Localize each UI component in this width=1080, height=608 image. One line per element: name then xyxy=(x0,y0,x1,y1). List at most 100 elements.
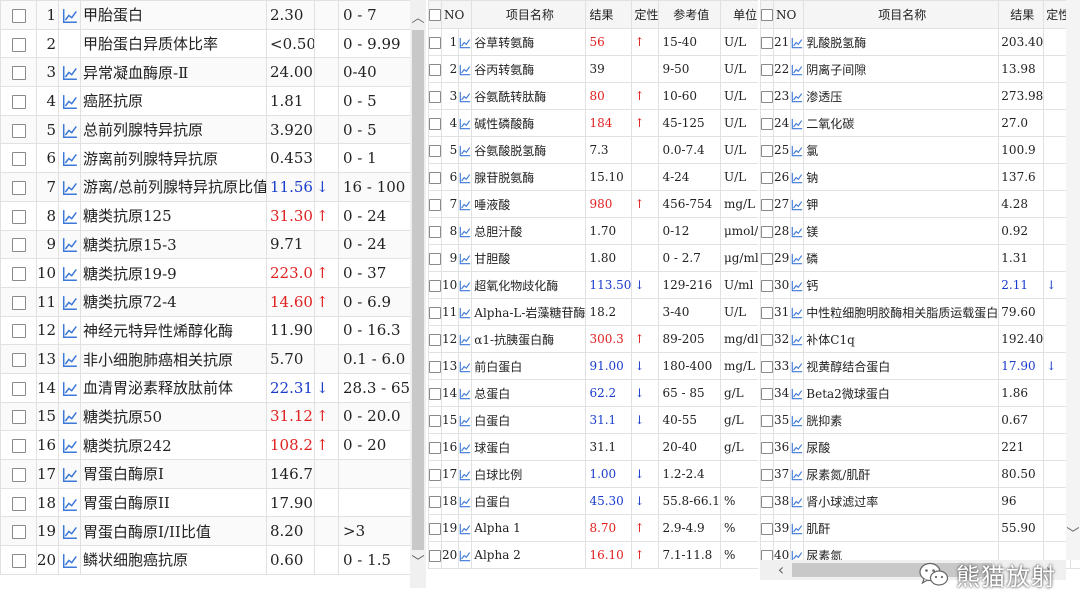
row-checkbox[interactable] xyxy=(11,525,26,540)
row-checkbox[interactable] xyxy=(761,117,773,130)
row-checkbox[interactable] xyxy=(429,90,441,103)
table-row[interactable]: 28镁0.920 xyxy=(760,217,1080,245)
trend-chart-icon[interactable] xyxy=(459,64,471,76)
row-checkbox[interactable] xyxy=(11,209,26,224)
header-item-name[interactable]: 项目名称 xyxy=(803,0,1000,29)
trend-chart-icon[interactable] xyxy=(62,467,78,483)
row-checkbox[interactable] xyxy=(11,94,26,109)
trend-chart-icon[interactable] xyxy=(62,438,78,454)
table-row[interactable]: 16 糖类抗原242108.29↑0 - 20 xyxy=(0,430,411,460)
table-row[interactable]: 6 游离前列腺特异抗原 0.453 0 - 1 xyxy=(0,143,411,174)
trend-chart-icon[interactable] xyxy=(791,199,803,211)
table-row[interactable]: 14 总蛋白 62.2 ↓ 65 - 85 g/L xyxy=(428,379,758,407)
row-checkbox[interactable] xyxy=(429,468,441,481)
table-row[interactable]: 14 血清胃泌素释放肽前体22.31↓28.3 - 65.7 xyxy=(0,372,411,403)
header-result[interactable]: 结果 xyxy=(998,0,1045,29)
table-row[interactable]: 18 白蛋白 45.30 ↓ 55.8-66.1% xyxy=(428,487,758,515)
row-checkbox[interactable] xyxy=(11,152,26,167)
table-row[interactable]: 22 阴离子间隙 13.98 xyxy=(760,55,1080,83)
table-row[interactable]: 9 甘胆酸 1.80 0 - 2.7 μg/ml xyxy=(428,244,758,272)
table-row[interactable]: 11 糖类抗原72-4 14.60 ↑ 0 - 6.9 xyxy=(0,286,411,317)
table-row[interactable]: 8 糖类抗原125 31.30 ↑ 0 - 24 xyxy=(0,200,411,231)
table-row[interactable]: 17 白球比例 1.00 ↓ 1.2-2.4 xyxy=(428,460,758,488)
table-row[interactable]: 34Beta2微球蛋白1.861 xyxy=(760,379,1080,407)
trend-chart-icon[interactable] xyxy=(62,295,78,311)
trend-chart-icon[interactable] xyxy=(791,469,803,481)
trend-chart-icon[interactable] xyxy=(791,334,803,346)
row-checkbox[interactable] xyxy=(429,225,441,238)
trend-chart-icon[interactable] xyxy=(62,237,78,253)
row-checkbox[interactable] xyxy=(11,37,26,52)
table-row[interactable]: 12 α1-抗胰蛋白酶 300.3 ↑ 89-205 mg/dl xyxy=(428,325,758,353)
row-checkbox[interactable] xyxy=(429,414,441,427)
table-row[interactable]: 21乳酸脱氢酶203.401 xyxy=(760,28,1080,56)
trend-chart-icon[interactable] xyxy=(459,226,471,238)
row-checkbox[interactable] xyxy=(429,360,441,373)
row-checkbox[interactable] xyxy=(761,360,773,373)
row-checkbox[interactable] xyxy=(761,279,773,292)
trend-chart-icon[interactable] xyxy=(791,523,803,535)
trend-chart-icon[interactable] xyxy=(459,388,471,400)
table-row[interactable]: 10 糖类抗原19-9223.00↑0 - 37 xyxy=(0,258,411,288)
table-row[interactable]: 10 超氧化物歧化酶 113.50 ↓ 129-216 U/ml xyxy=(428,271,758,299)
trend-chart-icon[interactable] xyxy=(791,496,803,508)
table-row[interactable]: 36尿酸2212 xyxy=(760,433,1080,461)
table-row[interactable]: 25氯100.99 xyxy=(760,136,1080,164)
trend-chart-icon[interactable] xyxy=(62,381,78,397)
table-row[interactable]: 27钾4.283 xyxy=(760,190,1080,218)
table-row[interactable]: 39肌酐55.904 xyxy=(760,514,1080,542)
table-row[interactable]: 5 总前列腺特异抗原 3.920 0 - 5 xyxy=(0,114,411,145)
trend-chart-icon[interactable] xyxy=(459,415,471,427)
table-row[interactable]: 29磷1.310 xyxy=(760,244,1080,272)
row-checkbox[interactable] xyxy=(429,144,441,157)
row-checkbox[interactable] xyxy=(11,295,26,310)
row-checkbox[interactable] xyxy=(761,414,773,427)
trend-chart-icon[interactable] xyxy=(791,361,803,373)
table-row[interactable]: 4 癌胚抗原 1.81 0 - 5 xyxy=(0,86,411,116)
trend-chart-icon[interactable] xyxy=(62,123,78,139)
table-row[interactable]: 2 谷丙转氨酶 39 9-50 U/L xyxy=(428,55,758,83)
table-row[interactable]: 11 Alpha-L-岩藻糖苷酶 18.2 3-40 U/L xyxy=(428,298,758,326)
row-checkbox[interactable] xyxy=(11,180,26,195)
row-checkbox[interactable] xyxy=(11,381,26,396)
trend-chart-icon[interactable] xyxy=(459,118,471,130)
trend-chart-icon[interactable] xyxy=(459,145,471,157)
trend-chart-icon[interactable] xyxy=(459,37,471,49)
header-unit[interactable]: 单位 xyxy=(719,0,758,29)
row-checkbox[interactable] xyxy=(761,144,773,157)
trend-chart-icon[interactable] xyxy=(62,524,78,540)
table-row[interactable]: 7 唾液酸 980 ↑ 456-754 mg/L xyxy=(428,190,758,218)
row-checkbox[interactable] xyxy=(761,171,773,184)
table-row[interactable]: 9 糖类抗原15-3 9.71 0 - 24 xyxy=(0,229,411,260)
table-row[interactable]: 26钠137.61 xyxy=(760,163,1080,191)
trend-chart-icon[interactable] xyxy=(459,91,471,103)
trend-chart-icon[interactable] xyxy=(62,323,78,339)
table-row[interactable]: 2 甲胎蛋白异质体比率 <0.50 0 - 9.99 xyxy=(0,28,411,59)
trend-chart-icon[interactable] xyxy=(791,172,803,184)
row-checkbox[interactable] xyxy=(11,496,26,511)
trend-chart-icon[interactable] xyxy=(791,37,803,49)
table-row[interactable]: 35胱抑素0.670 xyxy=(760,406,1080,434)
table-row[interactable]: 1 甲胎蛋白 2.30 0 - 7 xyxy=(0,0,411,30)
trend-chart-icon[interactable] xyxy=(62,151,78,167)
row-checkbox[interactable] xyxy=(429,117,441,130)
trend-chart-icon[interactable] xyxy=(62,94,78,110)
table-row[interactable]: 15 白蛋白 31.1 ↓ 40-55 g/L xyxy=(428,406,758,434)
header-no[interactable]: NO xyxy=(440,0,473,29)
table-row[interactable]: 23渗透压273.982 xyxy=(760,82,1080,110)
row-checkbox[interactable] xyxy=(429,549,441,562)
row-checkbox[interactable] xyxy=(429,306,441,319)
trend-chart-icon[interactable] xyxy=(62,209,78,225)
table-row[interactable]: 4 碱性磷酸酶 184 ↑ 45-125 U/L xyxy=(428,109,758,137)
table-row[interactable]: 19 胃蛋白酶原I/II比值 8.20 >3 xyxy=(0,516,411,547)
trend-chart-icon[interactable] xyxy=(791,145,803,157)
trend-chart-icon[interactable] xyxy=(791,253,803,265)
trend-chart-icon[interactable] xyxy=(459,172,471,184)
trend-chart-icon[interactable] xyxy=(459,361,471,373)
trend-chart-icon[interactable] xyxy=(459,469,471,481)
row-checkbox[interactable] xyxy=(11,553,26,568)
header-qualitative[interactable]: 定性 xyxy=(631,0,660,29)
select-all-checkbox[interactable] xyxy=(429,9,441,21)
row-checkbox[interactable] xyxy=(429,441,441,454)
row-checkbox[interactable] xyxy=(761,63,773,76)
